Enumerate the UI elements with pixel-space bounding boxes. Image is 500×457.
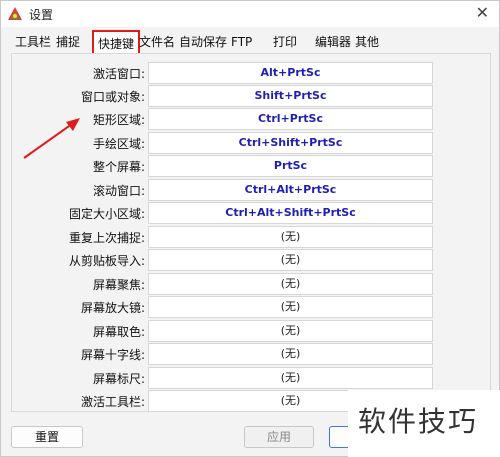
watermark-text: 软件技巧: [358, 405, 479, 438]
watermark: 软件技巧: [348, 390, 500, 457]
annotation-arrow-icon: [23, 118, 80, 159]
